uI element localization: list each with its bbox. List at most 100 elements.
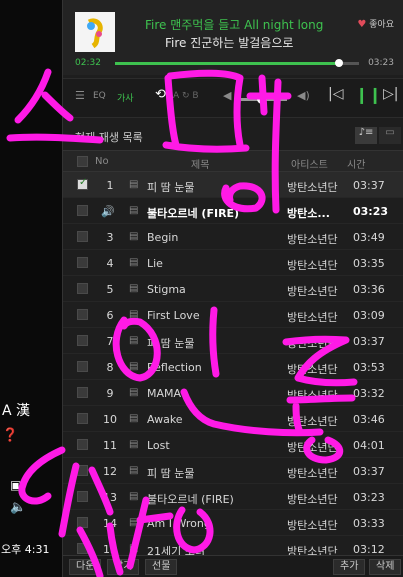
row-artist: 방탄소... <box>287 207 330 220</box>
album-art[interactable] <box>75 12 115 52</box>
row-checkbox[interactable] <box>77 283 88 294</box>
heart-icon: ♥ <box>357 19 367 30</box>
time-current: 02:32 <box>75 58 101 68</box>
row-title: 피 땀 눈물 <box>147 337 195 350</box>
keep-button[interactable]: 담기 <box>107 559 140 575</box>
volume-slider[interactable] <box>241 94 287 104</box>
track-file-icon: ▤ <box>129 439 139 450</box>
delete-button[interactable]: 삭제 <box>369 559 402 575</box>
row-title: 불타오르네 (FIRE) <box>147 493 234 506</box>
speaker-icon[interactable]: 🔈 <box>10 500 26 515</box>
row-title: Am I Wrong <box>147 517 211 530</box>
row-checkbox[interactable] <box>77 543 88 554</box>
playlist-header: 현재 재생 목록 ♪≡ ▭ <box>63 125 403 147</box>
row-checkbox[interactable] <box>77 231 88 242</box>
row-artist: 방탄소년단 <box>287 337 338 350</box>
time-total: 03:23 <box>368 58 394 68</box>
playlist-row[interactable]: ▤ 14 Am I Wrong 방탄소년단 03:33 <box>63 510 403 536</box>
row-title: Lie <box>147 257 163 270</box>
playlist-row[interactable]: ▤ 12 피 땀 눈물 방탄소년단 03:37 <box>63 458 403 484</box>
previous-icon[interactable]: |◁ <box>328 86 343 102</box>
playlist-row[interactable]: 🔊 ▤ 불타오르네 (FIRE) 방탄소... 03:23 <box>63 198 403 224</box>
playlist-row[interactable]: ▤ 10 Awake 방탄소년단 03:46 <box>63 406 403 432</box>
row-checkbox[interactable] <box>77 439 88 450</box>
row-artist: 방탄소년단 <box>287 311 338 324</box>
row-time: 03:23 <box>353 205 389 218</box>
select-all-checkbox[interactable] <box>77 156 88 167</box>
playlist-row[interactable]: ✓ ▤ 1 피 땀 눈물 방탄소년단 03:37 <box>63 172 403 198</box>
next-icon[interactable]: ▷| <box>383 86 398 102</box>
column-header: No 제목 아티스트 시간 <box>63 150 403 172</box>
playlist-row[interactable]: ▤ 13 불타오르네 (FIRE) 방탄소년단 03:23 <box>63 484 403 510</box>
playlist-row[interactable]: ▤ 6 First Love 방탄소년단 03:09 <box>63 302 403 328</box>
row-number: 4 <box>106 257 114 270</box>
row-artist: 방탄소년단 <box>287 181 338 194</box>
row-title: Lost <box>147 439 170 452</box>
row-checkbox[interactable] <box>77 205 88 216</box>
eq-button[interactable]: EQ <box>93 91 106 101</box>
language-indicator[interactable]: A 漢 <box>2 400 30 420</box>
row-checkbox[interactable]: ✓ <box>77 177 88 190</box>
playlist-title: 현재 재생 목록 <box>75 131 143 144</box>
add-button[interactable]: 추가 <box>333 559 366 575</box>
track-file-icon: ▤ <box>129 465 139 476</box>
row-artist: 방탄소년단 <box>287 259 338 272</box>
row-title: Reflection <box>147 361 202 374</box>
row-checkbox[interactable] <box>77 517 88 528</box>
playlist-row[interactable]: ▤ 4 Lie 방탄소년단 03:35 <box>63 250 403 276</box>
music-player-window: Fire 맨주먹을 들고 All night long Fire 진군하는 발걸… <box>62 0 403 577</box>
track-file-icon: ▤ <box>129 491 139 502</box>
row-checkbox[interactable] <box>77 257 88 268</box>
playlist-row[interactable]: ▤ 9 MAMA 방탄소년단 03:32 <box>63 380 403 406</box>
seek-knob[interactable] <box>335 59 344 67</box>
row-title: MAMA <box>147 387 182 400</box>
volume-up-icon[interactable]: ◀) <box>297 89 310 102</box>
row-number: 1 <box>106 179 114 192</box>
row-number: 5 <box>106 283 114 296</box>
row-time: 03:49 <box>353 231 385 244</box>
screen: A 漢 ❓ ▣ 🔈 오후 4:31 Fire 맨주먹을 들고 All night… <box>0 0 403 577</box>
row-checkbox[interactable] <box>77 413 88 424</box>
row-checkbox[interactable] <box>77 465 88 476</box>
row-time: 03:36 <box>353 283 385 296</box>
col-time[interactable]: 시간 <box>347 156 365 171</box>
seek-bar[interactable] <box>115 59 359 67</box>
network-icon[interactable]: ▣ <box>10 478 21 492</box>
track-file-icon: ▤ <box>129 543 139 554</box>
help-icon[interactable]: ❓ <box>2 428 18 443</box>
playlist-row[interactable]: ▤ 11 Lost 방탄소년단 04:01 <box>63 432 403 458</box>
download-button[interactable]: 다운 <box>69 559 102 575</box>
playlist-row[interactable]: ▤ 5 Stigma 방탄소년단 03:36 <box>63 276 403 302</box>
ab-repeat-button[interactable]: A ↻ B <box>173 91 199 101</box>
col-artist[interactable]: 아티스트 <box>291 156 328 171</box>
volume-down-icon[interactable]: ◀ <box>223 89 231 102</box>
row-time: 03:37 <box>353 179 385 192</box>
pause-icon[interactable]: ❙❙ <box>355 85 382 104</box>
clock[interactable]: 오후 4:31 <box>1 541 49 557</box>
playlist-row[interactable]: ▤ 7 피 땀 눈물 방탄소년단 03:37 <box>63 328 403 354</box>
row-checkbox[interactable] <box>77 335 88 346</box>
row-time: 03:32 <box>353 387 385 400</box>
playlist-row[interactable]: ▤ 3 Begin 방탄소년단 03:49 <box>63 224 403 250</box>
row-title: Begin <box>147 231 179 244</box>
like-button[interactable]: ♥ 좋아요 <box>357 17 394 30</box>
row-time: 03:37 <box>353 465 385 478</box>
col-no[interactable]: No <box>95 156 109 167</box>
row-checkbox[interactable] <box>77 387 88 398</box>
track-file-icon: ▤ <box>129 335 139 346</box>
volume-knob[interactable] <box>257 94 267 104</box>
sort-icon[interactable]: ♪≡ <box>355 127 377 144</box>
lyrics-button[interactable]: 가사 <box>117 91 134 104</box>
row-checkbox[interactable] <box>77 491 88 502</box>
list-icon[interactable]: ☰ <box>75 89 85 102</box>
row-checkbox[interactable] <box>77 361 88 372</box>
row-artist: 방탄소년단 <box>287 519 338 532</box>
row-time: 03:33 <box>353 517 385 530</box>
repeat-icon[interactable]: ⟲ <box>155 87 166 102</box>
col-title[interactable]: 제목 <box>191 156 209 171</box>
row-checkbox[interactable] <box>77 309 88 320</box>
view-icon[interactable]: ▭ <box>379 127 401 144</box>
row-artist: 방탄소년단 <box>287 233 338 246</box>
playlist-row[interactable]: ▤ 8 Reflection 방탄소년단 03:53 <box>63 354 403 380</box>
gift-button[interactable]: 선물 <box>145 559 178 575</box>
